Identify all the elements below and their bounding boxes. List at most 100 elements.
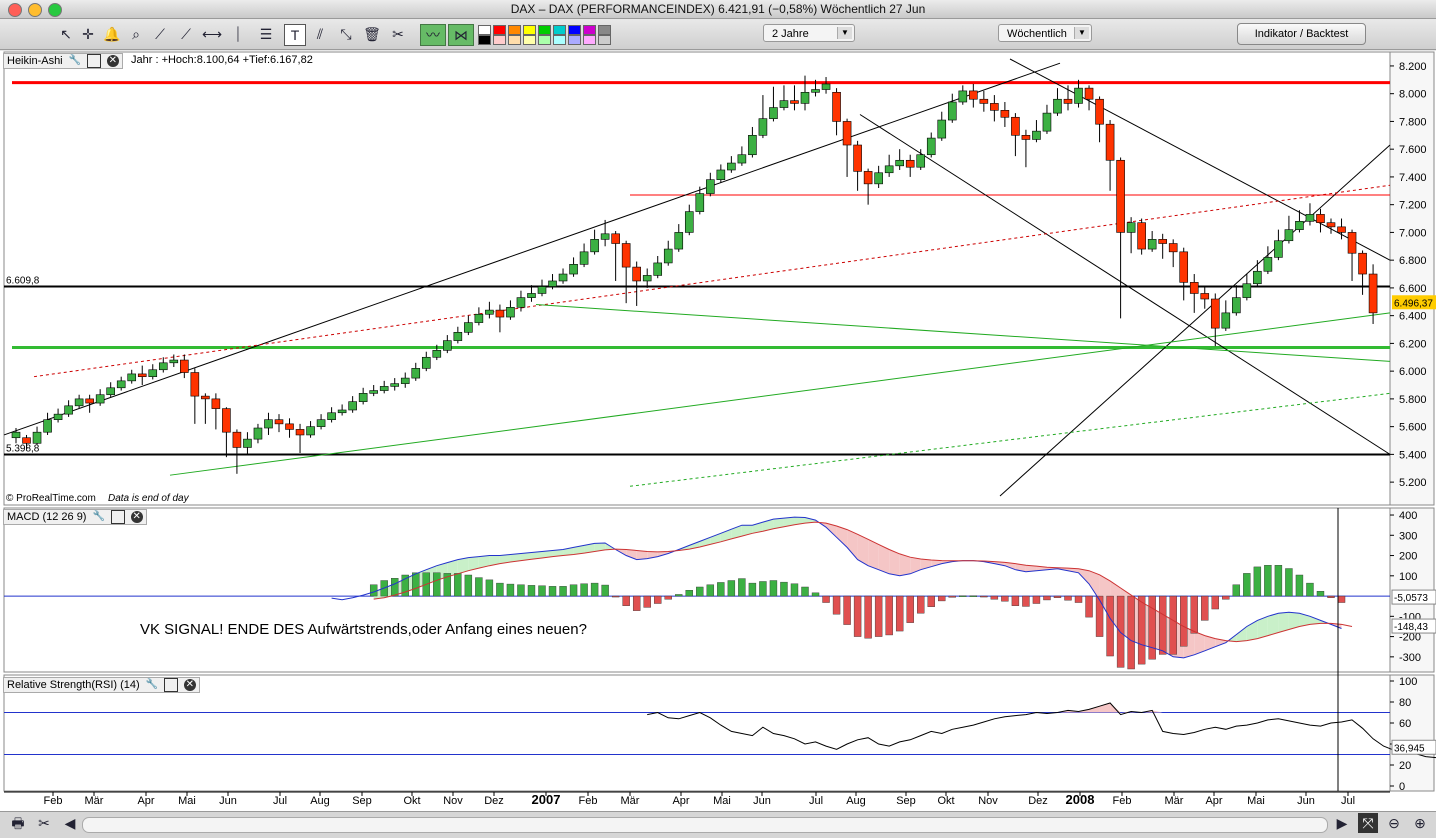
- color-swatch[interactable]: [523, 35, 536, 45]
- close-panel-icon[interactable]: ✕: [131, 511, 143, 523]
- close-panel-icon[interactable]: ✕: [184, 679, 196, 691]
- crosshair-icon[interactable]: ✛: [78, 24, 98, 44]
- zoom-out-icon[interactable]: ⊖: [1384, 813, 1404, 833]
- macd-histogram-bar: [517, 585, 524, 596]
- print-icon[interactable]: 🖶: [8, 813, 28, 833]
- tools-icon[interactable]: ✂: [388, 24, 408, 44]
- color-swatch[interactable]: [538, 25, 551, 35]
- macd-histogram-bar: [1159, 596, 1166, 654]
- rsi-y-tick-label: 60: [1399, 718, 1411, 730]
- macd-histogram-bar: [486, 580, 493, 596]
- trendline-icon[interactable]: ⟋: [176, 24, 196, 44]
- trash-icon[interactable]: 🗑: [362, 24, 382, 44]
- candle-body: [675, 232, 683, 249]
- candle-body: [44, 420, 52, 432]
- arrow-tool-icon[interactable]: ⤡: [336, 24, 356, 44]
- macd-histogram-bar: [854, 596, 861, 637]
- indicator-backtest-button[interactable]: Indikator / Backtest: [1237, 23, 1366, 45]
- line-style-icon[interactable]: 〰: [420, 24, 446, 46]
- wrench-icon[interactable]: 🔧: [146, 679, 158, 691]
- candle-body: [222, 409, 230, 433]
- color-swatch[interactable]: [568, 25, 581, 35]
- vertical-line-icon[interactable]: ⏐: [228, 24, 248, 44]
- zoom-icon[interactable]: ⌕: [126, 24, 146, 44]
- candle-body: [1306, 214, 1314, 221]
- wrench-icon[interactable]: 🔧: [69, 55, 81, 67]
- price-y-tick-label: 7.800: [1399, 116, 1427, 128]
- color-swatch[interactable]: [523, 25, 536, 35]
- macd-y-tick-label: 300: [1399, 530, 1417, 542]
- price-y-tick-label: 7.000: [1399, 227, 1427, 239]
- x-axis-label: Mai: [1247, 795, 1265, 807]
- period-select[interactable]: 2 Jahre ▼: [763, 24, 855, 42]
- color-swatch[interactable]: [583, 35, 596, 45]
- candle-body: [622, 244, 630, 268]
- x-axis-label: Dez: [1028, 795, 1048, 807]
- pattern-icon[interactable]: ⋈: [448, 24, 474, 46]
- scroll-left-icon[interactable]: ◀: [60, 813, 80, 833]
- maximize-panel-icon[interactable]: [164, 678, 178, 692]
- macd-histogram-bar: [875, 596, 882, 637]
- chart-area: 8.2008.0007.8007.6007.4007.2007.0006.800…: [0, 51, 1436, 811]
- color-swatch[interactable]: [568, 35, 581, 45]
- candle-body: [790, 101, 798, 104]
- candle-body: [1232, 298, 1240, 313]
- candle-body: [1032, 131, 1040, 139]
- candle-body: [1022, 135, 1030, 139]
- color-swatch[interactable]: [493, 35, 506, 45]
- candle-body: [612, 234, 620, 244]
- color-swatch[interactable]: [538, 35, 551, 45]
- macd-histogram-bar: [802, 587, 809, 596]
- color-swatch[interactable]: [508, 25, 521, 35]
- interval-select[interactable]: Wöchentlich ▼: [998, 24, 1092, 42]
- fit-screen-icon[interactable]: ⤧: [1358, 813, 1378, 833]
- candle-body: [580, 252, 588, 264]
- color-swatch[interactable]: [508, 35, 521, 45]
- rsi-y-tick-label: 0: [1399, 781, 1405, 793]
- candle-body: [212, 399, 220, 409]
- maximize-panel-icon[interactable]: [87, 54, 101, 68]
- color-swatch[interactable]: [598, 35, 611, 45]
- alarm-bell-icon[interactable]: 🔔: [102, 24, 122, 44]
- line-tool-icon[interactable]: ⟋: [150, 24, 170, 44]
- close-panel-icon[interactable]: ✕: [107, 55, 119, 67]
- chart-canvas[interactable]: 8.2008.0007.8007.6007.4007.2007.0006.800…: [0, 51, 1436, 811]
- macd-histogram-bar: [907, 596, 914, 623]
- color-swatch[interactable]: [598, 25, 611, 35]
- x-axis-label: Feb: [579, 795, 598, 807]
- rsi-y-tick-label: 100: [1399, 676, 1417, 688]
- level-label: 6.609,8: [6, 276, 40, 287]
- macd-histogram-bar: [644, 596, 651, 607]
- horizontal-scrollbar[interactable]: [82, 817, 1328, 833]
- candle-body: [1064, 99, 1072, 103]
- color-swatch[interactable]: [493, 25, 506, 35]
- macd-histogram-bar: [1328, 596, 1335, 598]
- candle-body: [1201, 293, 1209, 299]
- color-swatch[interactable]: [478, 35, 491, 45]
- cursor-icon[interactable]: ↖: [56, 24, 76, 44]
- period-select-value: 2 Jahre: [772, 28, 809, 40]
- horizontal-line-icon[interactable]: ⟷: [202, 24, 222, 44]
- scroll-right-icon[interactable]: ▶: [1332, 813, 1352, 833]
- candle-body: [75, 399, 83, 406]
- scissors-icon[interactable]: ✂: [34, 813, 54, 833]
- maximize-panel-icon[interactable]: [111, 510, 125, 524]
- candle-body: [1264, 257, 1272, 271]
- fibonacci-icon[interactable]: ☰: [256, 24, 276, 44]
- color-swatch[interactable]: [553, 35, 566, 45]
- color-swatch[interactable]: [553, 25, 566, 35]
- x-axis-label: Apr: [672, 795, 689, 807]
- macd-histogram-bar: [1012, 596, 1019, 606]
- candle-body: [591, 239, 599, 251]
- color-swatch[interactable]: [478, 25, 491, 35]
- wrench-icon[interactable]: 🔧: [93, 511, 105, 523]
- macd-histogram-bar: [980, 596, 987, 597]
- text-tool-icon[interactable]: T: [284, 24, 306, 46]
- zoom-in-icon[interactable]: ⊕: [1410, 813, 1430, 833]
- rsi-indicator-name: Relative Strength(RSI) (14): [7, 679, 140, 691]
- channel-icon[interactable]: ⫽: [310, 24, 330, 44]
- candle-body: [1190, 282, 1198, 293]
- color-swatch[interactable]: [583, 25, 596, 35]
- candle-body: [759, 119, 767, 136]
- candle-body: [570, 264, 578, 274]
